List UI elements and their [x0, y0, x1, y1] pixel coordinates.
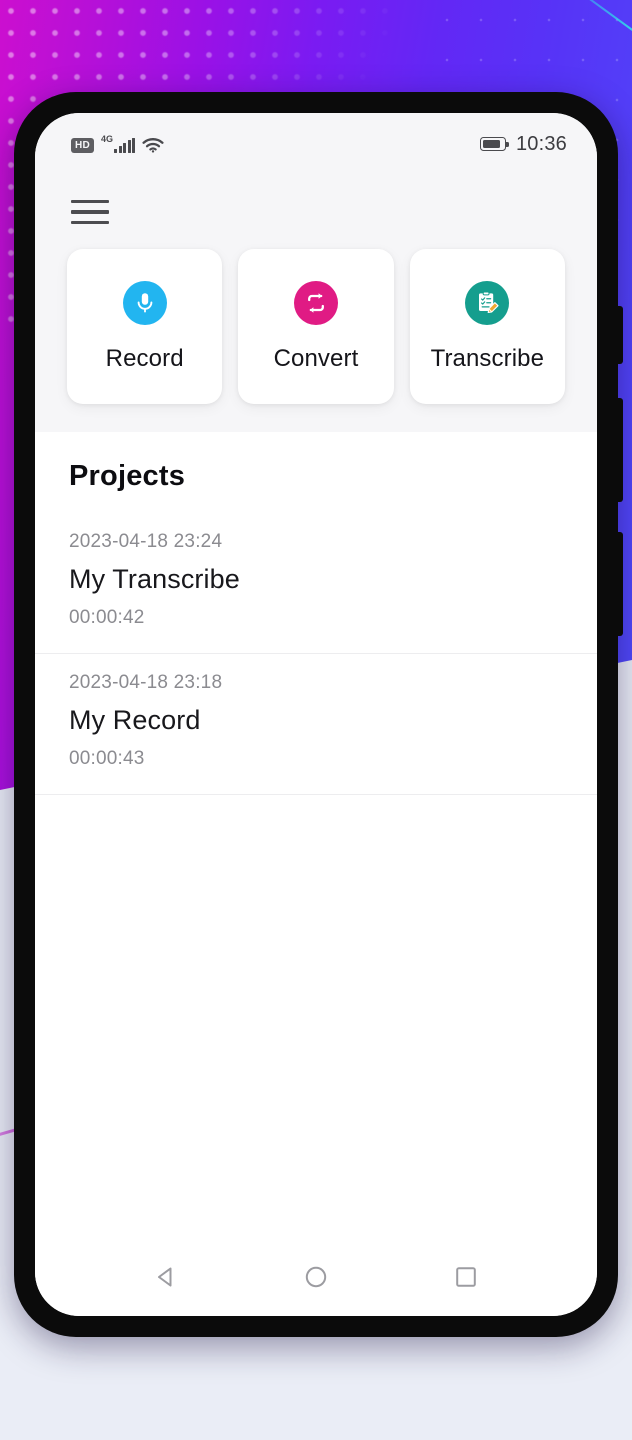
signal-bars-icon [114, 138, 136, 153]
status-bar-left-group: HD 4G [71, 135, 164, 153]
hd-icon: HD [71, 138, 94, 153]
network-type-label: 4G [101, 134, 114, 144]
project-date: 2023-04-18 23:24 [69, 531, 223, 552]
battery-icon [479, 137, 510, 151]
status-bar: HD 4G 10:36 [35, 113, 597, 175]
projects-heading: Projects [69, 460, 186, 492]
android-navigation-bar [35, 1238, 597, 1316]
project-name: My Record [69, 705, 201, 735]
device-volume-down-button[interactable] [617, 532, 623, 636]
action-card-convert-label: Convert [273, 344, 359, 372]
projects-section: Projects 2023-04-18 23:24 My Transcribe … [35, 432, 597, 1238]
home-circle-icon[interactable] [293, 1254, 339, 1300]
hamburger-menu-icon[interactable] [71, 197, 111, 227]
convert-badge [293, 280, 338, 325]
project-duration: 00:00:43 [69, 748, 145, 769]
record-badge [122, 280, 167, 325]
phone-device-frame: HD 4G 10:36 Record Convert Transcribe Pr… [14, 92, 623, 1337]
app-top-panel: Record Convert Transcribe [35, 175, 597, 432]
device-volume-up-button[interactable] [617, 398, 623, 502]
clipboard-pencil-icon [474, 290, 500, 316]
status-bar-right-group: 10:36 [479, 132, 567, 156]
projects-empty-space [35, 795, 597, 1238]
action-card-record-label: Record [105, 344, 184, 372]
action-card-convert[interactable]: Convert [238, 249, 394, 404]
transcribe-badge [465, 280, 510, 325]
back-triangle-icon[interactable] [143, 1254, 189, 1300]
project-name: My Transcribe [69, 564, 240, 594]
action-card-transcribe[interactable]: Transcribe [409, 249, 565, 404]
device-side-button-top[interactable] [617, 306, 623, 364]
repeat-arrows-icon [304, 292, 328, 314]
microphone-icon [134, 291, 156, 315]
project-duration: 00:00:42 [69, 607, 145, 628]
action-card-row: Record Convert Transcribe [35, 227, 597, 404]
project-date: 2023-04-18 23:18 [69, 672, 223, 693]
action-card-record[interactable]: Record [67, 249, 223, 404]
project-list-item[interactable]: 2023-04-18 23:24 My Transcribe 00:00:42 [35, 513, 597, 653]
action-card-transcribe-label: Transcribe [430, 344, 545, 372]
recents-square-icon[interactable] [443, 1254, 489, 1300]
mobile-network-indicator: 4G [101, 134, 136, 153]
status-bar-clock: 10:36 [515, 132, 567, 155]
phone-screen: HD 4G 10:36 Record Convert Transcribe Pr… [35, 113, 597, 1316]
project-list-item[interactable]: 2023-04-18 23:18 My Record 00:00:43 [35, 653, 597, 794]
wifi-icon [142, 136, 164, 153]
